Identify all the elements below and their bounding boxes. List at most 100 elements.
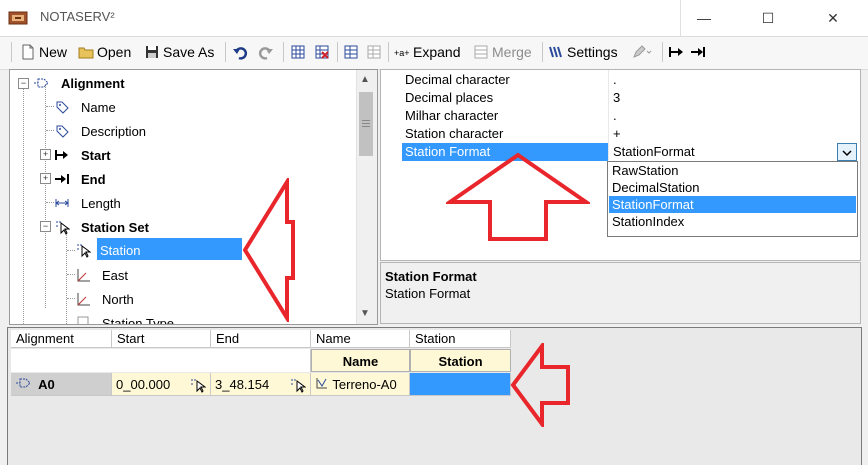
property-name: Milhar character [405,108,499,123]
row-start-cell[interactable]: 0_00.000 [112,373,211,396]
subheader-station[interactable]: Station [410,349,511,372]
tag-icon [54,99,70,115]
dropdown-button[interactable] [837,143,857,161]
station-picker-icon[interactable] [290,377,307,400]
tree-item-start[interactable]: Start [54,144,114,166]
property-value[interactable]: + [613,126,621,141]
tree-label: Station [100,242,141,258]
tree-item-station-type[interactable]: Station Type [75,312,177,325]
tree-item-name[interactable]: Name [54,96,119,118]
row-alignment-cell[interactable]: A0 [11,373,112,396]
table-icon [343,44,359,60]
expand-toggle[interactable]: + [40,173,51,184]
tree-item-end[interactable]: End [54,168,109,190]
description-title: Station Format [385,269,477,284]
new-label: New [39,44,68,60]
table-copy-button[interactable] [366,42,382,62]
row-end-cell[interactable]: 3_48.154 [211,373,311,396]
property-value[interactable]: 3 [613,90,620,105]
tree-item-alignment[interactable]: Alignment [32,72,128,94]
expand-button[interactable]: +a+ Expand [394,42,460,62]
save-as-button[interactable]: Save As [144,42,214,62]
property-row[interactable]: Station character + [381,125,859,143]
app-icon [8,10,28,26]
annotation-arrow-up [446,152,590,241]
row-name-cell[interactable]: Terreno-A0 [311,373,410,396]
expand-toggle[interactable]: + [40,149,51,160]
tree-connector [67,250,75,251]
new-file-icon [20,44,36,60]
pen-dropdown-button[interactable] [631,42,652,62]
property-row[interactable]: Milhar character . [381,107,859,125]
station-format-combo[interactable]: StationFormat [613,144,695,159]
tree-connector [46,130,54,131]
collapse-toggle[interactable]: − [40,221,51,232]
property-row[interactable]: Decimal places 3 [381,89,859,107]
station-format-dropdown[interactable]: RawStation DecimalStation StationFormat … [607,161,858,237]
go-end-button[interactable] [690,42,706,62]
merge-button[interactable]: Merge [473,42,532,62]
arrow-end-icon [54,171,70,187]
insert-row-button[interactable] [290,42,306,62]
title-bar [0,0,868,36]
dropdown-option[interactable]: RawStation [609,162,856,179]
save-icon [144,44,160,60]
property-value[interactable]: . [613,108,617,123]
column-header-name[interactable]: Name [311,330,410,348]
tree-item-north[interactable]: North [75,288,137,310]
scroll-down-icon[interactable]: ▼ [360,308,370,319]
column-header-start[interactable]: Start [112,330,211,348]
tree-connector [45,84,46,308]
window-title: NOTASERV² [40,9,115,24]
close-button[interactable]: ✕ [810,0,856,36]
tree-item-station-set[interactable]: Station Set [54,216,152,238]
column-header-station[interactable]: Station [410,330,511,348]
tree-label: Alignment [61,75,125,91]
scroll-thumb[interactable] [359,92,373,156]
toolbar-separator [388,42,389,62]
scroll-up-icon[interactable]: ▲ [360,74,370,85]
merge-label: Merge [492,44,532,60]
undo-button[interactable] [232,42,248,62]
table-button[interactable] [343,42,359,62]
minimize-button[interactable]: — [680,0,727,36]
toolbar-separator [542,42,543,62]
tree-label: East [102,267,129,283]
go-start-button[interactable] [668,42,684,62]
property-value[interactable]: . [613,72,617,87]
station-picker-icon[interactable] [190,377,207,400]
tree-item-station[interactable]: Station [75,239,143,261]
property-row[interactable]: Decimal character . [381,71,859,89]
collapse-toggle[interactable]: − [18,78,29,89]
document-icon [75,315,91,324]
tree-connector [46,202,54,203]
settings-button[interactable]: Settings [548,42,618,62]
column-header-alignment[interactable]: Alignment [11,330,112,348]
row-station-cell[interactable] [410,373,511,396]
subheader-name[interactable]: Name [311,349,410,372]
folder-icon [78,44,94,60]
tree-item-description[interactable]: Description [54,120,149,142]
open-button[interactable]: Open [78,42,131,62]
toolbar-grip [11,42,12,62]
axis-icon [75,291,91,307]
table-copy-icon [366,44,382,60]
dropdown-option[interactable]: DecimalStation [609,179,856,196]
tree-label: Station Type [102,315,175,325]
tree-label: Description [81,123,147,139]
settings-label: Settings [567,44,618,60]
maximize-button[interactable]: ☐ [745,0,791,36]
dropdown-option[interactable]: StationIndex [609,213,856,230]
save-as-label: Save As [163,44,215,60]
delete-row-button[interactable] [314,42,330,62]
tree-item-length[interactable]: Length [54,192,124,214]
redo-icon [258,44,274,60]
axis-icon [75,267,91,283]
dropdown-option-selected[interactable]: StationFormat [609,196,856,213]
column-header-end[interactable]: End [211,330,311,348]
redo-button[interactable] [258,42,274,62]
new-button[interactable]: New [20,42,67,62]
tree-item-east[interactable]: East [75,264,131,286]
tree-view[interactable]: − Alignment Name Description + Start + E… [9,69,378,325]
toolbar-separator [337,42,338,62]
